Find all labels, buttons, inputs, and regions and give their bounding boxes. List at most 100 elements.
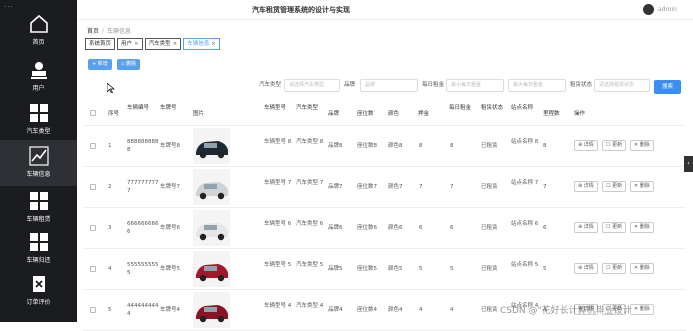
user-icon — [29, 60, 49, 80]
cell-deposit: 4 — [419, 307, 423, 313]
tab-home[interactable]: 系统首页 — [85, 38, 116, 50]
breadcrumb: 首页 / 车辆信息 — [87, 28, 132, 35]
edit-label: 更新 — [612, 142, 623, 148]
delete-label: 删除 — [639, 224, 650, 230]
detail-button[interactable]: ⊕ 详情 — [574, 263, 598, 274]
breadcrumb-home[interactable]: 首页 — [87, 28, 99, 35]
row-delete-button[interactable]: ✕ 删除 — [630, 304, 654, 315]
column-header: 每日租金 — [449, 105, 472, 111]
tab-vehicle-info[interactable]: 车辆信息 × — [183, 38, 220, 50]
username[interactable]: admin — [658, 6, 677, 13]
car-type-select[interactable]: 请选择汽车类型 — [284, 79, 340, 92]
cell-mileage: 6 — [543, 225, 547, 231]
sidebar-item-vehicle-info[interactable]: 车辆信息 — [0, 140, 77, 186]
detail-button[interactable]: ⊕ 详情 — [574, 181, 598, 192]
tab-users[interactable]: 用户 × — [117, 38, 143, 50]
cell-car-type: 汽车类型 4 — [296, 303, 324, 309]
avatar[interactable] — [643, 4, 654, 15]
edit-button[interactable]: ☐ 更新 — [602, 263, 627, 274]
cell-vehicle-code: 555555555 5 — [127, 262, 159, 276]
row-checkbox[interactable] — [90, 143, 96, 149]
detail-label: 详情 — [583, 183, 594, 189]
row-delete-button[interactable]: ✕ 删除 — [630, 263, 654, 274]
chart-icon — [28, 146, 49, 166]
filter-label-car-type: 汽车类型 — [259, 82, 282, 88]
row-delete-button[interactable]: ✕ 删除 — [630, 181, 654, 192]
cell-vehicle-code: 777777777 7 — [127, 180, 159, 194]
select-all-checkbox[interactable] — [90, 110, 96, 116]
sidebar-item-car-types[interactable]: 汽车类型 — [0, 97, 77, 143]
cell-seats: 座位数6 — [357, 225, 377, 231]
sidebar-item-vehicle-return[interactable]: 车辆归还 — [0, 226, 77, 272]
column-header: 颜色 — [388, 111, 400, 117]
cell-color: 颜色4 — [388, 307, 403, 313]
row-delete-button[interactable]: ✕ 删除 — [630, 140, 654, 151]
cell-plate: 车牌号7 — [160, 184, 180, 190]
delete-button[interactable]: ▫ 删除 — [117, 59, 140, 70]
edit-button[interactable]: ☐ 更新 — [602, 181, 627, 192]
detail-button[interactable]: ⊕ 详情 — [574, 140, 598, 151]
sidebar-item-vehicle-rental[interactable]: 车辆租赁 — [0, 185, 77, 231]
cell-daily-rent: 6 — [450, 225, 454, 231]
sidebar-item-label: 汽车类型 — [26, 128, 51, 135]
cell-model: 车辆型号 8 — [264, 139, 292, 145]
cell-car-type: 汽车类型 7 — [296, 180, 324, 186]
edit-button[interactable]: ☐ 更新 — [602, 222, 627, 233]
column-header: 车辆型号 — [264, 105, 287, 111]
cell-station: 站点名称 8 — [511, 139, 539, 145]
cell-index: 5 — [108, 307, 112, 313]
row-checkbox[interactable] — [90, 184, 96, 190]
sidebar-item-label: 车辆租赁 — [26, 216, 51, 223]
cell-brand: 品牌5 — [328, 266, 343, 272]
grid-icon — [29, 232, 49, 252]
car-image — [193, 292, 230, 328]
sidebar-item-order-reviews[interactable]: 订单评价 — [0, 268, 77, 314]
tab-car-types[interactable]: 汽车类型 × — [144, 38, 182, 50]
edit-button[interactable]: ☐ 更新 — [602, 140, 627, 151]
delete-label: 删除 — [639, 142, 650, 148]
close-icon[interactable]: × — [211, 41, 216, 47]
cell-car-type: 汽车类型 6 — [296, 221, 324, 227]
row-delete-button[interactable]: ✕ 删除 — [630, 222, 654, 233]
rental-status-select[interactable]: 请选择租赁状态 — [594, 79, 650, 92]
close-icon[interactable]: × — [134, 41, 139, 47]
column-header: 汽车类型 — [296, 105, 319, 111]
search-button[interactable]: 搜索 — [654, 80, 681, 94]
tab-label: 用户 — [121, 41, 133, 47]
row-checkbox[interactable] — [90, 307, 96, 313]
home-icon — [29, 14, 49, 34]
tab-bar: 系统首页 用户 × 汽车类型 × 车辆信息 × — [85, 38, 220, 50]
watermark: CSDN @"花好长计算机毕业设计 — [500, 306, 632, 316]
cell-seats: 座位数8 — [357, 143, 377, 149]
add-button[interactable]: + 新增 — [88, 59, 112, 70]
cell-vehicle-code: 666666666 6 — [127, 221, 159, 235]
table-header: 序号 车辆编号 车牌号 图片 车辆型号 汽车类型 品牌 座位数 颜色 押金 每日… — [83, 99, 686, 126]
row-checkbox[interactable] — [90, 225, 96, 231]
cell-station: 站点名称 6 — [511, 221, 539, 227]
detail-label: 详情 — [583, 265, 594, 271]
detail-label: 详情 — [583, 224, 594, 230]
cell-color: 颜色8 — [388, 143, 403, 149]
cell-model: 车辆型号 4 — [264, 303, 292, 309]
max-daily-rent-input[interactable]: 最大每日租金 — [508, 79, 566, 92]
delete-label: 删除 — [639, 306, 650, 312]
breadcrumb-current: 车辆信息 — [107, 28, 132, 35]
delete-label: 删除 — [639, 183, 650, 189]
edit-label: 更新 — [612, 183, 623, 189]
table-row: 3 666666666 6 车牌号6 车辆型号 6 汽车类型 6 品牌6 座位数6 颜色6 6 6… — [83, 208, 686, 249]
column-header: 里程数 — [543, 111, 560, 117]
min-daily-rent-input[interactable]: 最小每日租金 — [446, 79, 504, 92]
sidebar-item-users[interactable]: 用户 — [0, 54, 77, 100]
chevron-left-icon[interactable]: ‹ — [684, 156, 693, 172]
cell-brand: 品牌8 — [328, 143, 343, 149]
cell-brand: 品牌7 — [328, 184, 343, 190]
sidebar-item-label: 车辆归还 — [26, 257, 51, 264]
row-checkbox[interactable] — [90, 266, 96, 272]
car-image — [193, 210, 230, 246]
close-icon[interactable]: × — [173, 41, 178, 47]
cell-rental-status: 已租赁 — [481, 307, 498, 313]
detail-button[interactable]: ⊕ 详情 — [574, 222, 598, 233]
sidebar-item-home[interactable]: 首页 — [0, 8, 77, 54]
column-header: 车牌号 — [160, 105, 177, 111]
brand-input[interactable]: 品牌 — [360, 79, 418, 92]
